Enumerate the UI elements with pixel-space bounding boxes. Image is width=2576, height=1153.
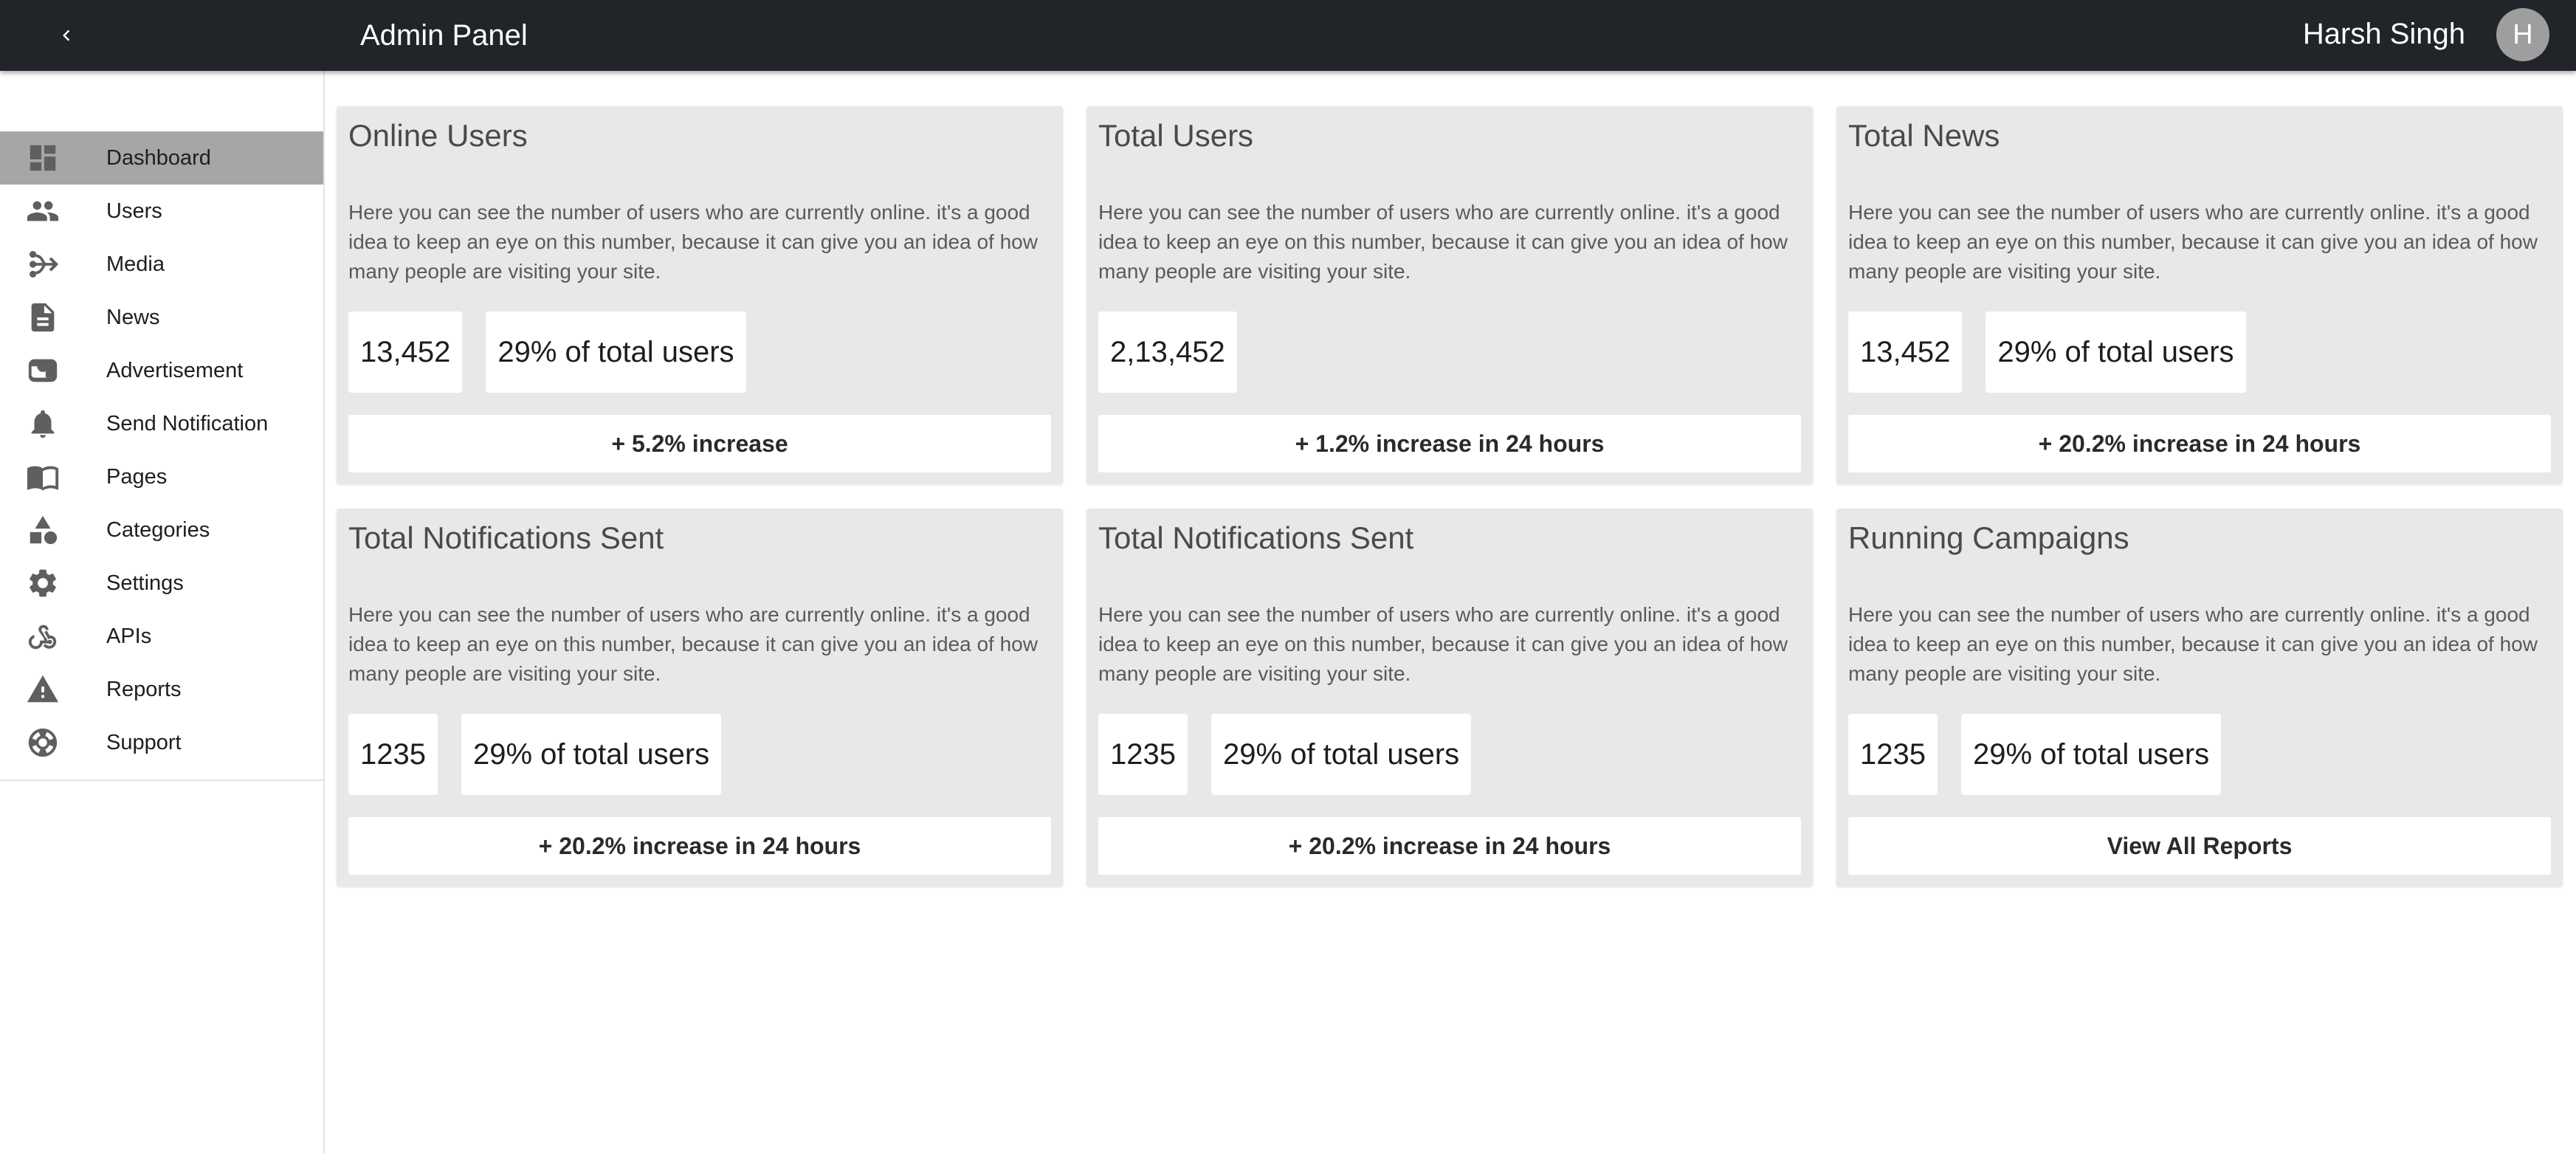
dashboard-icon bbox=[0, 131, 106, 185]
stat-value: 13,452 bbox=[348, 312, 463, 393]
sidebar-item-label: Send Notification bbox=[106, 411, 269, 436]
sidebar-item-support[interactable]: Support bbox=[0, 716, 323, 769]
sidebar-item-categories[interactable]: Categories bbox=[0, 503, 323, 557]
advertisement-icon bbox=[0, 344, 106, 397]
sidebar: Dashboard Users Media News Advertisement bbox=[0, 71, 325, 1153]
webhook-icon bbox=[0, 610, 106, 663]
gear-icon bbox=[0, 557, 106, 610]
card-description: Here you can see the number of users who… bbox=[1848, 603, 2538, 685]
card-description: Here you can see the number of users who… bbox=[1098, 603, 1788, 685]
warning-icon bbox=[0, 663, 106, 716]
stat-share: 29% of total users bbox=[486, 312, 746, 393]
card-footer-button[interactable]: + 20.2% increase in 24 hours bbox=[348, 817, 1051, 875]
stat-row: 1235 29% of total users bbox=[348, 714, 722, 795]
stat-share: 29% of total users bbox=[1960, 714, 2222, 795]
card-description: Here you can see the number of users who… bbox=[348, 201, 1038, 283]
sidebar-item-reports[interactable]: Reports bbox=[0, 663, 323, 716]
pages-icon bbox=[0, 450, 106, 503]
users-icon bbox=[0, 185, 106, 238]
card-title: Total Users bbox=[1098, 118, 1254, 153]
categories-icon bbox=[0, 503, 106, 557]
stat-share: 29% of total users bbox=[1986, 312, 2246, 393]
card-description: Here you can see the number of users who… bbox=[1848, 201, 2538, 283]
card-running-campaigns: Running Campaigns Here you can see the n… bbox=[1836, 509, 2563, 887]
card-title: Online Users bbox=[348, 118, 528, 153]
stat-value: 1235 bbox=[1848, 714, 1938, 795]
card-total-notifications-sent-2: Total Notifications Sent Here you can se… bbox=[1086, 509, 1813, 887]
sidebar-item-news[interactable]: News bbox=[0, 291, 323, 344]
user-name[interactable]: Harsh Singh bbox=[2303, 0, 2465, 68]
card-total-news: Total News Here you can see the number o… bbox=[1836, 106, 2563, 484]
chevron-left-icon bbox=[63, 30, 70, 41]
news-icon bbox=[0, 291, 106, 344]
stat-row: 13,452 29% of total users bbox=[348, 312, 746, 393]
media-icon bbox=[0, 238, 106, 291]
sidebar-item-label: Reports bbox=[106, 677, 182, 701]
sidebar-item-label: Pages bbox=[106, 464, 168, 489]
sidebar-item-label: Dashboard bbox=[106, 145, 211, 170]
stat-value: 1235 bbox=[1098, 714, 1188, 795]
card-footer-button[interactable]: + 20.2% increase in 24 hours bbox=[1848, 415, 2551, 472]
stat-row: 1235 29% of total users bbox=[1848, 714, 2222, 795]
avatar[interactable]: H bbox=[2496, 8, 2549, 61]
card-total-notifications-sent: Total Notifications Sent Here you can se… bbox=[337, 509, 1063, 887]
sidebar-item-advertisement[interactable]: Advertisement bbox=[0, 344, 323, 397]
card-title: Total Notifications Sent bbox=[348, 520, 664, 555]
view-all-reports-button[interactable]: View All Reports bbox=[1848, 817, 2551, 875]
sidebar-item-label: News bbox=[106, 305, 160, 329]
stat-row: 13,452 29% of total users bbox=[1848, 312, 2246, 393]
card-description: Here you can see the number of users who… bbox=[1098, 201, 1788, 283]
sidebar-item-apis[interactable]: APIs bbox=[0, 610, 323, 663]
sidebar-item-pages[interactable]: Pages bbox=[0, 450, 323, 503]
top-app-bar: Admin Panel Harsh Singh H bbox=[0, 0, 2576, 71]
sidebar-nav: Dashboard Users Media News Advertisement bbox=[0, 131, 323, 769]
sidebar-item-label: Users bbox=[106, 199, 162, 223]
card-title: Running Campaigns bbox=[1848, 520, 2129, 555]
sidebar-item-media[interactable]: Media bbox=[0, 238, 323, 291]
back-button[interactable] bbox=[49, 18, 84, 53]
sidebar-item-label: Advertisement bbox=[106, 358, 244, 382]
app-title: Admin Panel bbox=[360, 19, 528, 52]
stat-value: 1235 bbox=[348, 714, 438, 795]
bell-icon bbox=[0, 397, 106, 450]
sidebar-item-users[interactable]: Users bbox=[0, 185, 323, 238]
stat-share: 29% of total users bbox=[461, 714, 722, 795]
sidebar-divider bbox=[0, 779, 323, 781]
sidebar-item-label: Support bbox=[106, 730, 182, 754]
sidebar-item-label: Categories bbox=[106, 517, 210, 542]
card-title: Total Notifications Sent bbox=[1098, 520, 1414, 555]
stat-row: 1235 29% of total users bbox=[1098, 714, 1472, 795]
sidebar-item-label: Settings bbox=[106, 571, 184, 595]
sidebar-item-label: Media bbox=[106, 252, 165, 276]
stat-value: 2,13,452 bbox=[1098, 312, 1237, 393]
card-footer-button[interactable]: + 20.2% increase in 24 hours bbox=[1098, 817, 1801, 875]
card-total-users: Total Users Here you can see the number … bbox=[1086, 106, 1813, 484]
card-footer-button[interactable]: + 5.2% increase bbox=[348, 415, 1051, 472]
stat-share: 29% of total users bbox=[1210, 714, 1472, 795]
sidebar-item-send-notification[interactable]: Send Notification bbox=[0, 397, 323, 450]
sidebar-item-dashboard[interactable]: Dashboard bbox=[0, 131, 323, 185]
card-footer-button[interactable]: + 1.2% increase in 24 hours bbox=[1098, 415, 1801, 472]
card-title: Total News bbox=[1848, 118, 2000, 153]
sidebar-item-settings[interactable]: Settings bbox=[0, 557, 323, 610]
support-icon bbox=[0, 716, 106, 769]
card-online-users: Online Users Here you can see the number… bbox=[337, 106, 1063, 484]
stat-value: 13,452 bbox=[1848, 312, 1963, 393]
stat-row: 2,13,452 bbox=[1098, 312, 1237, 393]
card-description: Here you can see the number of users who… bbox=[348, 603, 1038, 685]
sidebar-item-label: APIs bbox=[106, 624, 152, 648]
